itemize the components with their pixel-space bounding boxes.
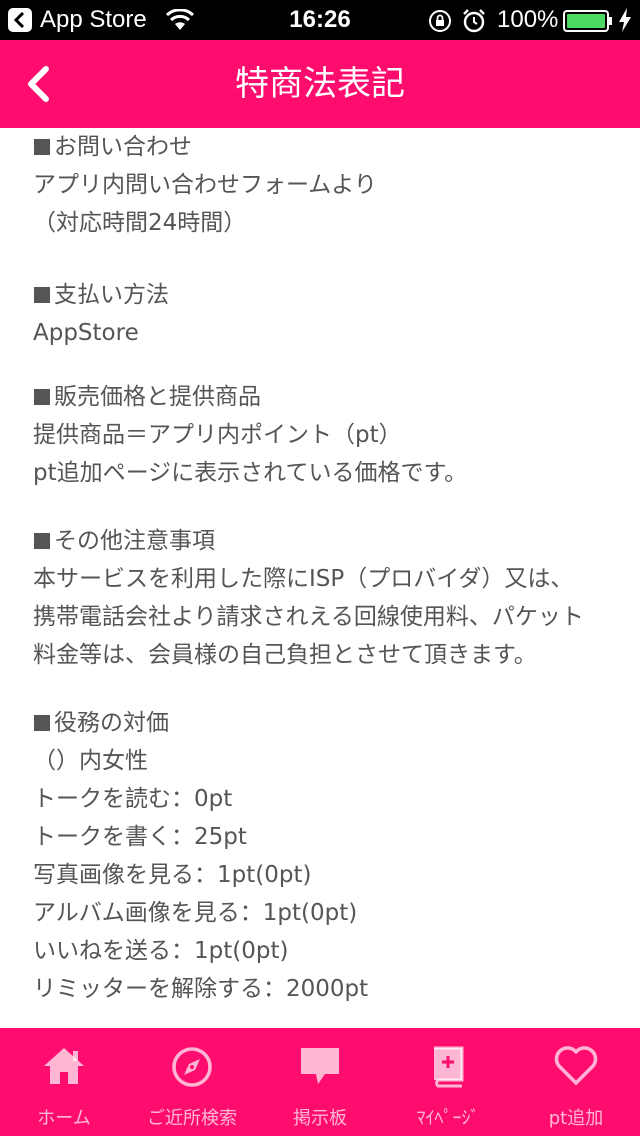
section-price: 販売価格と提供商品 提供商品＝アプリ内ポイント（pt） pt追加ページに表示され… <box>33 378 623 492</box>
orientation-lock-icon <box>429 10 451 32</box>
content-area: お問い合わせ アプリ内問い合わせフォームより （対応時間24時間） 支払い方法 … <box>33 128 623 1008</box>
section-line: 携帯電話会社より請求されえる回線使用料、パケット <box>33 604 584 630</box>
battery-percent: 100% <box>497 6 559 33</box>
tab-home[interactable]: ホーム <box>0 1028 128 1136</box>
tab-nearby-search[interactable]: ご近所検索 <box>128 1028 256 1136</box>
section-line: アプリ内問い合わせフォームより <box>33 172 377 198</box>
tab-bar: ホーム ご近所検索 掲示板 ﾏｲﾍﾟｰｼﾞ pt追加 <box>0 1028 640 1136</box>
status-bar: App Store 16:26 100% <box>0 0 640 40</box>
chevron-left-icon <box>28 66 49 102</box>
section-heading-text: その他注意事項 <box>54 528 215 554</box>
section-heading: 販売価格と提供商品 <box>33 378 623 416</box>
bullet-square-icon <box>34 139 50 155</box>
home-icon <box>44 1048 84 1084</box>
section-line: 本サービスを利用した際にISP（プロバイダ）又は、 <box>33 566 574 592</box>
section-line: アルバム画像を見る：1pt(0pt) <box>33 900 358 926</box>
profile-book-icon <box>434 1046 464 1088</box>
nav-bar: 特商法表記 <box>0 40 640 128</box>
section-line: トークを読む：0pt <box>33 786 233 812</box>
section-payment: 支払い方法 AppStore <box>33 276 623 352</box>
section-pricing-list: 役務の対価 （）内女性 トークを読む：0pt トークを書く：25pt 写真画像を… <box>33 704 623 1008</box>
section-heading-text: お問い合わせ <box>54 134 192 160</box>
section-line: 写真画像を見る：1pt(0pt) <box>33 862 312 888</box>
tab-label: 掲示板 <box>293 1108 347 1129</box>
battery-icon <box>563 10 612 32</box>
section-heading-text: 役務の対価 <box>54 710 169 736</box>
tab-label: ホーム <box>37 1108 91 1129</box>
tab-label: ﾏｲﾍﾟｰｼﾞ <box>416 1108 480 1129</box>
section-heading: お問い合わせ <box>33 128 623 166</box>
bullet-square-icon <box>34 389 50 405</box>
section-heading: 役務の対価 <box>33 704 623 742</box>
section-line: （対応時間24時間） <box>33 210 247 236</box>
tab-add-points[interactable]: pt追加 <box>512 1028 640 1136</box>
section-line: AppStore <box>33 320 139 346</box>
bullet-square-icon <box>34 715 50 731</box>
section-inquiry: お問い合わせ アプリ内問い合わせフォームより （対応時間24時間） <box>33 128 623 242</box>
bullet-square-icon <box>34 533 50 549</box>
section-line: （）内女性 <box>33 748 148 774</box>
section-notes: その他注意事項 本サービスを利用した際にISP（プロバイダ）又は、 携帯電話会社… <box>33 522 623 674</box>
section-line: pt追加ページに表示されている価格です。 <box>33 460 468 486</box>
section-heading-text: 販売価格と提供商品 <box>54 384 261 410</box>
speech-bubble-icon <box>301 1048 339 1084</box>
section-line: 料金等は、会員様の自己負担とさせて頂きます。 <box>33 642 537 668</box>
tab-board[interactable]: 掲示板 <box>256 1028 384 1136</box>
section-heading-text: 支払い方法 <box>54 282 169 308</box>
tab-my-page[interactable]: ﾏｲﾍﾟｰｼﾞ <box>384 1028 512 1136</box>
page-title: 特商法表記 <box>235 64 405 104</box>
heart-icon <box>554 1046 598 1085</box>
back-button[interactable] <box>18 60 58 108</box>
section-line: いいねを送る：1pt(0pt) <box>33 938 289 964</box>
alarm-icon <box>463 9 485 33</box>
tab-label: ご近所検索 <box>147 1108 237 1129</box>
compass-icon <box>172 1047 212 1087</box>
section-heading: その他注意事項 <box>33 522 623 560</box>
section-line: トークを書く：25pt <box>33 824 247 850</box>
bullet-square-icon <box>34 287 50 303</box>
charging-icon <box>619 8 631 32</box>
section-line: 提供商品＝アプリ内ポイント（pt） <box>33 422 402 448</box>
section-heading: 支払い方法 <box>33 276 623 314</box>
tab-label: pt追加 <box>548 1108 604 1129</box>
section-line: リミッターを解除する：2000pt <box>33 976 369 1002</box>
